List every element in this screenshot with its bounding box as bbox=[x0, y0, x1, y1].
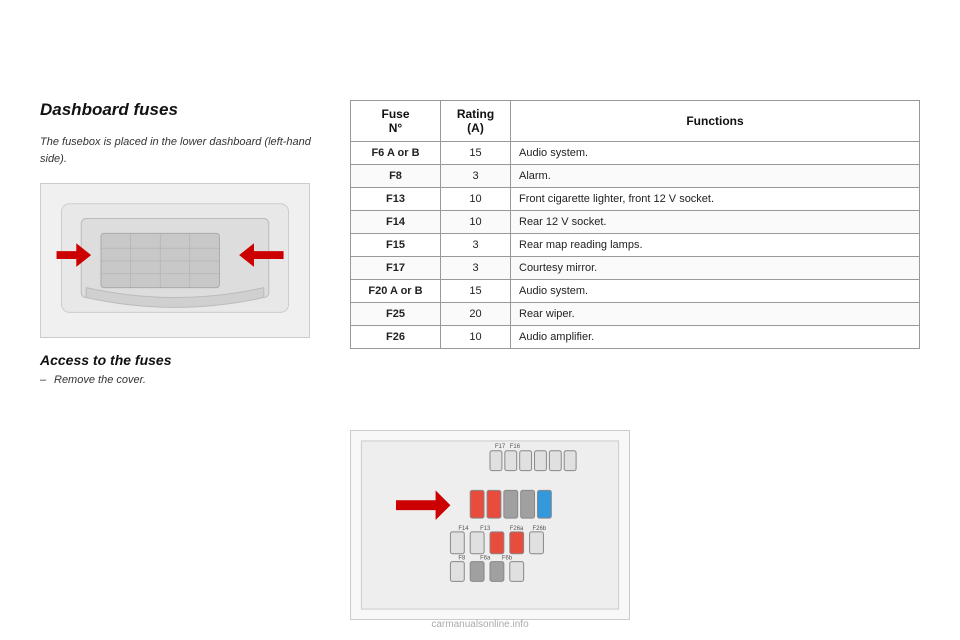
svg-text:F17: F17 bbox=[495, 444, 505, 450]
watermark: carmanualsonline.info bbox=[431, 619, 528, 630]
fuse-number: F13 bbox=[351, 188, 441, 211]
table-row: F2520Rear wiper. bbox=[351, 303, 920, 326]
table-row: F1410Rear 12 V socket. bbox=[351, 211, 920, 234]
svg-text:F6a: F6a bbox=[480, 556, 491, 562]
fuse-rating: 15 bbox=[441, 142, 511, 165]
fuse-rating: 3 bbox=[441, 165, 511, 188]
table-row: F153Rear map reading lamps. bbox=[351, 234, 920, 257]
fuse-number: F14 bbox=[351, 211, 441, 234]
fuse-number: F6 A or B bbox=[351, 142, 441, 165]
section-title: Dashboard fuses bbox=[40, 100, 330, 120]
table-row: F2610Audio amplifier. bbox=[351, 326, 920, 349]
fuse-rating: 10 bbox=[441, 326, 511, 349]
fuse-function: Alarm. bbox=[511, 165, 920, 188]
col-header-fuse: FuseN° bbox=[351, 101, 441, 142]
fuse-rating: 10 bbox=[441, 188, 511, 211]
fuse-function: Rear wiper. bbox=[511, 303, 920, 326]
svg-text:F14: F14 bbox=[458, 526, 469, 532]
col-header-rating: Rating(A) bbox=[441, 101, 511, 142]
access-bullet: Remove the cover. bbox=[40, 374, 330, 386]
fuse-rating: 3 bbox=[441, 234, 511, 257]
svg-text:F16: F16 bbox=[510, 444, 521, 450]
table-row: F1310Front cigarette lighter, front 12 V… bbox=[351, 188, 920, 211]
fuse-function: Rear 12 V socket. bbox=[511, 211, 920, 234]
table-row: F173Courtesy mirror. bbox=[351, 257, 920, 280]
fuse-number: F8 bbox=[351, 165, 441, 188]
fuse-function: Audio amplifier. bbox=[511, 326, 920, 349]
right-column: FuseN° Rating(A) Functions F6 A or B15Au… bbox=[350, 100, 920, 349]
fuse-number: F26 bbox=[351, 326, 441, 349]
fuse-number: F20 A or B bbox=[351, 280, 441, 303]
fuse-function: Audio system. bbox=[511, 142, 920, 165]
fuse-number: F17 bbox=[351, 257, 441, 280]
bottom-diagram: F17 F16 F14 F13 F26a F26b F8 F6a F6b bbox=[350, 430, 630, 620]
fuse-number: F25 bbox=[351, 303, 441, 326]
fuse-function: Courtesy mirror. bbox=[511, 257, 920, 280]
fuse-rating: 3 bbox=[441, 257, 511, 280]
fuse-number: F15 bbox=[351, 234, 441, 257]
access-title: Access to the fuses bbox=[40, 352, 330, 368]
svg-text:F26b: F26b bbox=[533, 526, 547, 532]
fuse-table: FuseN° Rating(A) Functions F6 A or B15Au… bbox=[350, 100, 920, 349]
fuse-rating: 15 bbox=[441, 280, 511, 303]
table-row: F83Alarm. bbox=[351, 165, 920, 188]
col-header-functions: Functions bbox=[511, 101, 920, 142]
table-row: F20 A or B15Audio system. bbox=[351, 280, 920, 303]
svg-text:F13: F13 bbox=[480, 526, 491, 532]
fuse-rating: 20 bbox=[441, 303, 511, 326]
svg-text:F8: F8 bbox=[458, 556, 466, 562]
svg-text:F6b: F6b bbox=[502, 556, 513, 562]
section-description: The fusebox is placed in the lower dashb… bbox=[40, 134, 330, 167]
fuse-rating: 10 bbox=[441, 211, 511, 234]
page-container: Dashboard fuses The fusebox is placed in… bbox=[0, 0, 960, 640]
fuse-function: Rear map reading lamps. bbox=[511, 234, 920, 257]
dashboard-image bbox=[40, 183, 310, 338]
fuse-function: Front cigarette lighter, front 12 V sock… bbox=[511, 188, 920, 211]
fuse-function: Audio system. bbox=[511, 280, 920, 303]
table-row: F6 A or B15Audio system. bbox=[351, 142, 920, 165]
svg-text:F26a: F26a bbox=[510, 526, 524, 532]
left-column: Dashboard fuses The fusebox is placed in… bbox=[40, 100, 330, 386]
